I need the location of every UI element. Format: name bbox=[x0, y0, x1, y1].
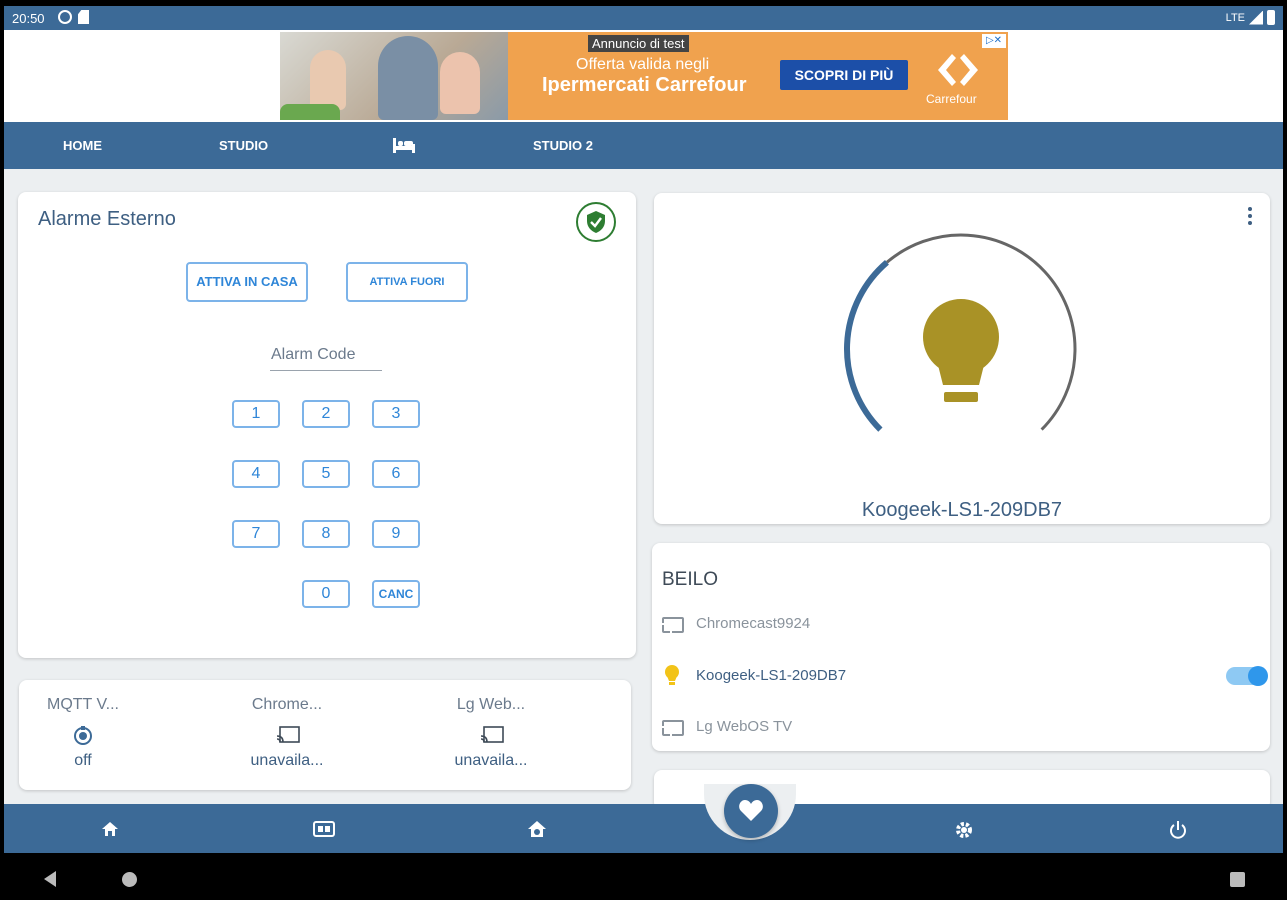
summary-name: MQTT V... bbox=[46, 696, 119, 713]
list-item[interactable]: Lg WebOS TV bbox=[662, 716, 1262, 740]
tab-studio[interactable]: STUDIO bbox=[219, 138, 268, 153]
dashboard-icon[interactable] bbox=[313, 820, 335, 838]
summary-name: Chrome... bbox=[251, 696, 323, 713]
key-0[interactable]: 0 bbox=[302, 580, 350, 608]
device-name: Lg WebOS TV bbox=[696, 718, 793, 735]
key-7[interactable]: 7 bbox=[232, 520, 280, 548]
ad-close-icon[interactable]: ▷✕ bbox=[982, 34, 1006, 48]
alarm-code-underline bbox=[270, 370, 382, 371]
cast-icon bbox=[662, 617, 684, 633]
tab-home[interactable]: HOME bbox=[63, 138, 102, 153]
summary-state: unavaila... bbox=[250, 752, 324, 769]
ad-text-line1: Offerta valida negli bbox=[576, 56, 710, 73]
cast-icon bbox=[480, 726, 504, 744]
list-item[interactable]: Koogeek-LS1-209DB7 bbox=[662, 665, 1268, 689]
status-bar: 20:50 LTE bbox=[4, 6, 1283, 30]
room-title: BEILO bbox=[662, 569, 718, 590]
key-9[interactable]: 9 bbox=[372, 520, 420, 548]
summary-item-chromecast[interactable]: Chrome... unavaila... bbox=[197, 680, 377, 770]
arm-away-button[interactable]: ATTIVA FUORI bbox=[346, 262, 468, 302]
ad-brand: Carrefour bbox=[926, 92, 977, 106]
arm-home-button[interactable]: ATTIVA IN CASA bbox=[186, 262, 308, 302]
fan-icon bbox=[72, 726, 94, 745]
system-nav bbox=[4, 853, 1283, 900]
light-name: Koogeek-LS1-209DB7 bbox=[861, 499, 1063, 521]
signal-icon bbox=[1249, 10, 1263, 25]
alarm-code-input[interactable]: Alarm Code bbox=[271, 346, 355, 364]
favorites-heart-icon bbox=[739, 800, 763, 821]
device-name: Chromecast9924 bbox=[696, 615, 811, 632]
bed-icon[interactable] bbox=[392, 136, 416, 154]
home-circle-icon[interactable] bbox=[122, 872, 137, 887]
key-2[interactable]: 2 bbox=[302, 400, 350, 428]
bulb-icon bbox=[665, 665, 679, 685]
device-summary-card: MQTT V... off Chrome... unavaila... Lg W… bbox=[19, 680, 631, 790]
sd-card-icon bbox=[78, 10, 89, 24]
room-tabs: HOME STUDIO STUDIO 2 bbox=[4, 122, 1283, 169]
alarm-card: Alarme Esterno ATTIVA IN CASA ATTIVA FUO… bbox=[18, 192, 636, 658]
cancel-key[interactable]: CANC bbox=[372, 580, 420, 608]
more-options-icon[interactable] bbox=[1248, 207, 1252, 228]
brightness-arc bbox=[844, 260, 889, 432]
summary-state: off bbox=[74, 752, 92, 769]
ad-cta-button[interactable]: SCOPRI DI PIÙ bbox=[780, 60, 908, 90]
list-item[interactable]: Chromecast9924 bbox=[662, 613, 1262, 637]
key-6[interactable]: 6 bbox=[372, 460, 420, 488]
power-icon[interactable] bbox=[1168, 820, 1188, 840]
shield-check-icon bbox=[576, 202, 616, 242]
summary-item-mqtt[interactable]: MQTT V... off bbox=[19, 680, 173, 770]
ad-photo bbox=[280, 32, 508, 120]
sync-icon bbox=[58, 10, 72, 24]
summary-item-lg[interactable]: Lg Web... unavaila... bbox=[401, 680, 581, 770]
home-icon[interactable] bbox=[101, 820, 119, 838]
ad-label: Annuncio di test bbox=[588, 35, 689, 52]
carrefour-logo-icon bbox=[938, 54, 978, 86]
house-settings-icon[interactable] bbox=[527, 820, 547, 838]
ad-bar: Annuncio di test Offerta valida negli Ip… bbox=[4, 30, 1283, 122]
device-name: Koogeek-LS1-209DB7 bbox=[696, 667, 847, 684]
back-icon[interactable] bbox=[44, 871, 56, 887]
room-devices-card: BEILO Chromecast9924 Koogeek-LS1-209DB7 … bbox=[652, 543, 1270, 751]
alarm-title: Alarme Esterno bbox=[38, 208, 176, 230]
key-1[interactable]: 1 bbox=[232, 400, 280, 428]
bottom-nav bbox=[4, 784, 1283, 853]
network-type: LTE bbox=[1225, 11, 1245, 24]
app-frame: 20:50 LTE Annuncio di test Offerta valid… bbox=[4, 6, 1283, 900]
settings-icon[interactable] bbox=[954, 820, 974, 840]
light-toggle[interactable] bbox=[1226, 666, 1268, 686]
summary-name: Lg Web... bbox=[456, 696, 526, 713]
key-5[interactable]: 5 bbox=[302, 460, 350, 488]
summary-state: unavaila... bbox=[454, 752, 528, 769]
ad-banner[interactable]: Annuncio di test Offerta valida negli Ip… bbox=[280, 32, 1008, 120]
key-3[interactable]: 3 bbox=[372, 400, 420, 428]
favorites-button[interactable] bbox=[724, 784, 778, 838]
status-time: 20:50 bbox=[12, 11, 45, 26]
battery-icon bbox=[1267, 10, 1275, 25]
bulb-icon bbox=[923, 299, 999, 402]
tab-studio-2[interactable]: STUDIO 2 bbox=[533, 138, 593, 153]
cast-icon bbox=[662, 720, 684, 736]
ad-text-line2: Ipermercati Carrefour bbox=[542, 74, 747, 96]
key-4[interactable]: 4 bbox=[232, 460, 280, 488]
key-8[interactable]: 8 bbox=[302, 520, 350, 548]
brightness-dial[interactable] bbox=[840, 233, 1084, 463]
light-card: Koogeek-LS1-209DB7 bbox=[654, 193, 1270, 524]
recent-apps-icon[interactable] bbox=[1230, 872, 1245, 887]
cast-icon bbox=[276, 726, 300, 744]
